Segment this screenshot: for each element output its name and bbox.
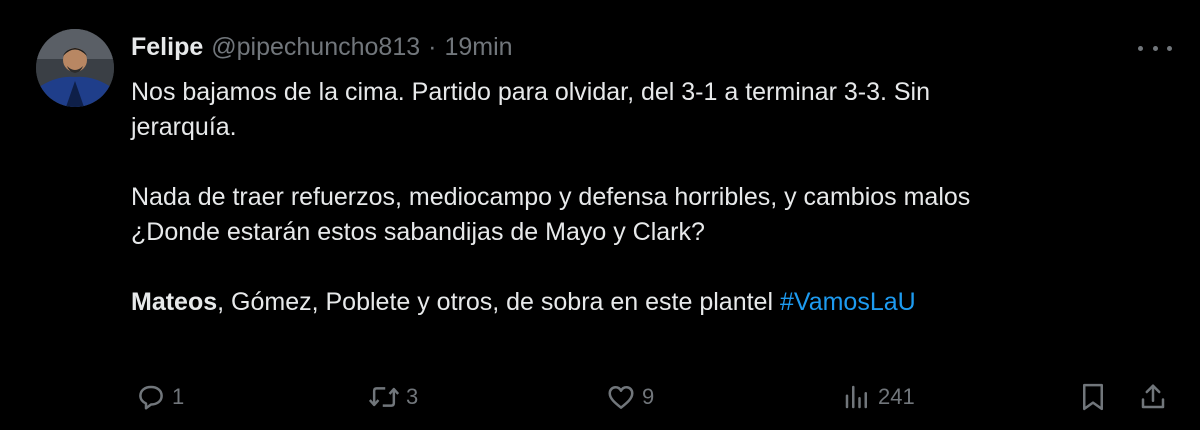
bookmark-icon (1083, 383, 1103, 411)
more-horizontal-icon-dot (1152, 45, 1158, 51)
more-horizontal-icon-dot (1167, 45, 1172, 51)
author-name[interactable]: Felipe (131, 33, 203, 62)
tweet-line: jerarquía. (131, 113, 237, 141)
more-options-button[interactable] (1138, 36, 1172, 60)
hashtag-link[interactable]: #VamosLaU (780, 288, 916, 316)
tweet-line: Nada de traer refuerzos, mediocampo y de… (131, 183, 971, 211)
reply-button[interactable]: 1 (136, 375, 184, 419)
share-upload-icon (1141, 384, 1165, 409)
reply-bubble-icon (139, 385, 163, 410)
tweet-line: Nos bajamos de la cima. Partido para olv… (131, 78, 930, 106)
action-bar: 1 3 9 241 (0, 375, 1200, 419)
like-count: 9 (642, 384, 655, 409)
tweet-line-text: , Gómez, Poblete y otros, de sobra en es… (217, 288, 780, 316)
avatar[interactable] (36, 29, 114, 107)
heart-icon (608, 386, 634, 409)
tweet-header: Felipe @pipechuncho813 · 19min (131, 31, 513, 63)
separator-dot: · (428, 32, 437, 61)
tweet-line-last: Mateos, Gómez, Poblete y otros, de sobra… (131, 285, 1131, 320)
more-horizontal-icon (1138, 45, 1143, 51)
views-button[interactable]: 241 (842, 375, 915, 419)
views-count: 241 (878, 384, 915, 409)
tweet-text: Nos bajamos de la cima. Partido para olv… (131, 75, 1131, 320)
like-button[interactable]: 9 (606, 375, 654, 419)
repost-arrows-icon (368, 387, 400, 407)
repost-count: 3 (406, 384, 419, 409)
author-handle[interactable]: @pipechuncho813 (211, 33, 420, 62)
avatar-image (36, 29, 114, 107)
timestamp[interactable]: 19min (444, 33, 512, 62)
tweet-card[interactable]: Felipe @pipechuncho813 · 19min Nos bajam… (0, 0, 1200, 430)
tweet-line: ¿Donde estarán estos sabandijas de Mayo … (131, 218, 705, 246)
bold-name: Mateos (131, 288, 218, 316)
repost-button[interactable]: 3 (368, 375, 418, 419)
bar-chart-icon (845, 385, 867, 409)
bookmark-button[interactable] (1079, 375, 1107, 419)
reply-count: 1 (172, 384, 185, 409)
share-button[interactable] (1138, 375, 1168, 419)
